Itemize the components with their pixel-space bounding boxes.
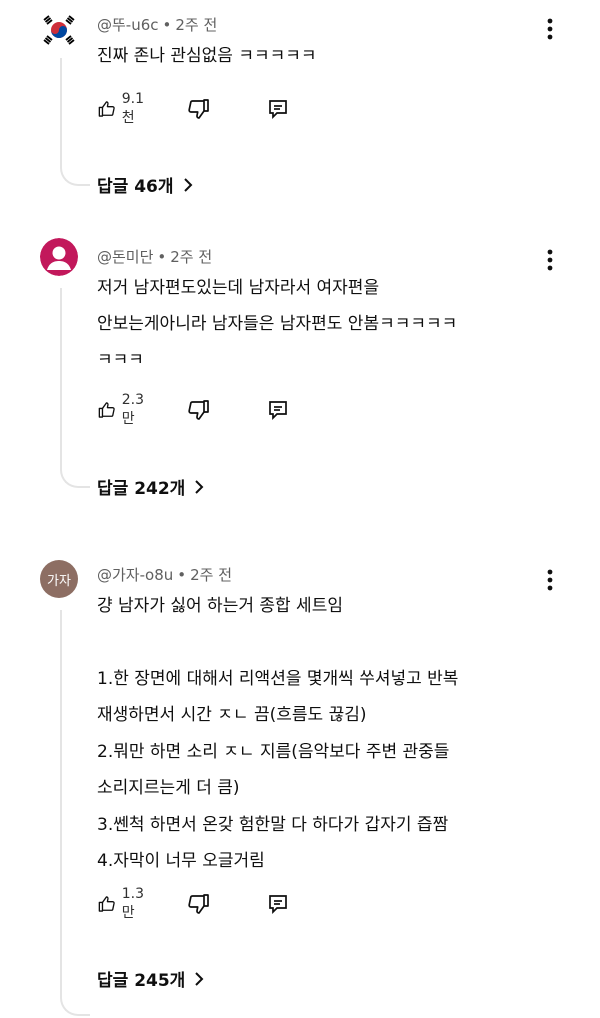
thread-line: [60, 610, 90, 1016]
comment-text: 걍 남자가 싫어 하는거 종합 세트임 1.한 장면에 대해서 리액션을 몇개씩…: [97, 588, 567, 880]
comment-time: 2주 전: [175, 16, 218, 34]
meta-separator: •: [157, 248, 167, 266]
avatar-initials: 가자: [47, 573, 71, 589]
dislike-button[interactable]: [187, 96, 211, 122]
comment-text-line: 저거 남자편도있는데 남자라서 여자편을: [97, 278, 380, 298]
more-vert-icon[interactable]: [538, 248, 562, 272]
comment-text-line: 4.자막이 너무 오글거림: [97, 851, 265, 871]
author-name[interactable]: @돈미단: [97, 248, 153, 266]
replies-count: 답글 242개: [97, 479, 186, 499]
thread-line: [60, 58, 90, 186]
comment-time: 2주 전: [190, 566, 233, 584]
view-replies-button[interactable]: 답글 245개: [97, 966, 204, 991]
replies-count: 답글 46개: [97, 177, 174, 197]
thumbs-down-icon: [188, 99, 209, 119]
like-count: 1.3만: [121, 886, 145, 921]
korea-flag-avatar-icon[interactable]: [40, 11, 78, 49]
meta-separator: •: [177, 566, 187, 584]
view-replies-button[interactable]: 답글 46개: [97, 172, 193, 197]
reply-button[interactable]: [267, 397, 289, 423]
like-count: 9.1천: [121, 91, 145, 126]
comment-text-line: 소리지르는게 더 큼): [97, 778, 240, 798]
comment-text-line: ㅋㅋㅋ: [97, 350, 144, 370]
dislike-button[interactable]: [187, 397, 211, 423]
comment-meta: @가자-o8u • 2주 전: [97, 564, 232, 585]
author-name[interactable]: @가자-o8u: [97, 566, 173, 584]
thumbs-up-icon: [98, 101, 115, 117]
chevron-right-icon: [183, 177, 192, 192]
chevron-right-icon: [195, 479, 204, 494]
comment-text: 진짜 존나 관심없음 ㅋㅋㅋㅋㅋ: [97, 38, 567, 74]
author-name[interactable]: @뚜-u6c: [97, 16, 159, 34]
replies-count: 답글 245개: [97, 971, 186, 991]
comment-meta: @뚜-u6c • 2주 전: [97, 14, 217, 35]
comment-text-line: 1.한 장면에 대해서 리액션을 몇개씩 쑤셔넣고 반복: [97, 668, 459, 689]
comment-text: 저거 남자편도있는데 남자라서 여자편을 안보는게아니라 남자들은 남자편도 안…: [97, 270, 567, 378]
avatar[interactable]: 가자: [40, 560, 78, 598]
reply-icon: [269, 895, 287, 915]
like-button[interactable]: 9.1천: [97, 91, 149, 126]
default-person-avatar-icon[interactable]: [40, 238, 78, 276]
reply-icon: [269, 401, 287, 421]
comment-text-line: 진짜 존나 관심없음 ㅋㅋㅋㅋㅋ: [97, 46, 317, 66]
reply-icon: [269, 100, 287, 120]
reply-button[interactable]: [267, 96, 289, 122]
chevron-right-icon: [195, 971, 204, 986]
dislike-button[interactable]: [187, 891, 211, 917]
like-button[interactable]: 2.3만: [97, 392, 149, 427]
like-button[interactable]: 1.3만: [97, 886, 149, 921]
comment-text-line: 안보는게아니라 남자들은 남자편도 안봄ㅋㅋㅋㅋㅋ: [97, 314, 458, 334]
thumbs-up-icon: [98, 402, 115, 418]
comment-text-line: 걍 남자가 싫어 하는거 종합 세트임: [97, 596, 343, 616]
comment-meta: @돈미단 • 2주 전: [97, 246, 212, 267]
comment-text-line: 재생하면서 시간 ㅈㄴ 끔(흐름도 끊김): [97, 705, 367, 725]
comment-text-line: 2.뭐만 하면 소리 ㅈㄴ 지름(음악보다 주변 관중들: [97, 741, 450, 762]
comment-text-line: 3.쎈척 하면서 온갖 험한말 다 하다가 갑자기 즙짬: [97, 814, 449, 835]
comment-time: 2주 전: [170, 248, 213, 266]
thumbs-down-icon: [188, 894, 209, 914]
reply-button[interactable]: [267, 891, 289, 917]
thumbs-down-icon: [188, 400, 209, 420]
thread-line: [60, 288, 90, 488]
view-replies-button[interactable]: 답글 242개: [97, 474, 204, 499]
thumbs-up-icon: [98, 896, 115, 912]
like-count: 2.3만: [121, 392, 145, 427]
comment-text-line: [97, 625, 567, 661]
meta-separator: •: [162, 16, 172, 34]
